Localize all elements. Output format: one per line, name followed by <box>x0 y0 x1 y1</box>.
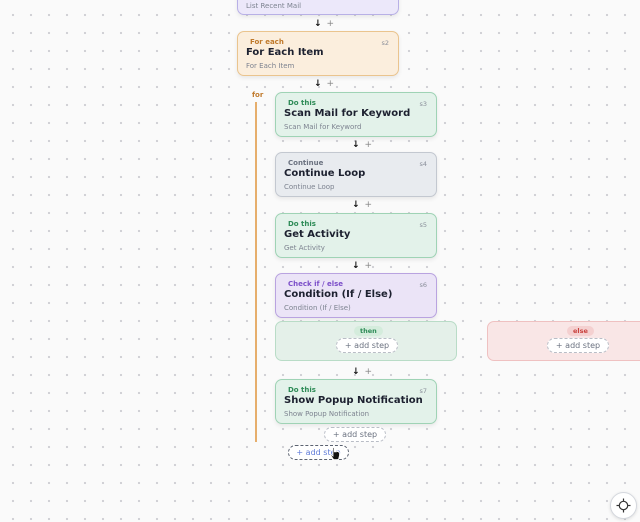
step-subtitle: Get Activity <box>284 244 325 252</box>
step-card-show-popup[interactable]: Do this s7 Show Popup Notification Show … <box>275 379 437 424</box>
step-subtitle: Condition (If / Else) <box>284 304 351 312</box>
loop-line <box>255 102 257 442</box>
step-subtitle: List Recent Mail <box>246 2 302 10</box>
arrow-down-icon: ↓ <box>352 367 360 377</box>
connector: ↓ + <box>352 261 372 271</box>
insert-step-button[interactable]: + <box>365 140 373 150</box>
step-id: s5 <box>419 221 427 229</box>
step-subtitle: Show Popup Notification <box>284 410 370 418</box>
step-card-for-each[interactable]: For each s2 For Each Item For Each Item <box>237 31 399 76</box>
step-id: s3 <box>419 100 427 108</box>
step-tag: Do this <box>288 386 316 394</box>
step-subtitle: Scan Mail for Keyword <box>284 123 362 131</box>
else-label: else <box>567 326 594 336</box>
step-id: s6 <box>419 281 427 289</box>
insert-step-button[interactable]: + <box>365 367 373 377</box>
insert-step-button[interactable]: + <box>365 200 373 210</box>
step-card-list-recent-mail[interactable]: List Recent Mail <box>237 0 399 15</box>
connector: ↓ + <box>352 140 372 150</box>
connector: ↓ + <box>314 79 334 89</box>
arrow-down-icon: ↓ <box>352 200 360 210</box>
crosshair-icon <box>616 498 631 513</box>
arrow-down-icon: ↓ <box>314 19 322 29</box>
insert-step-button[interactable]: + <box>327 19 335 29</box>
add-step-button[interactable]: + add step <box>547 338 609 353</box>
step-title: Get Activity <box>284 229 351 240</box>
step-tag: Do this <box>288 220 316 228</box>
add-step-button[interactable]: + add step <box>336 338 398 353</box>
step-tag: Check if / else <box>288 280 344 288</box>
step-id: s2 <box>381 39 389 47</box>
step-title: Scan Mail for Keyword <box>284 108 411 119</box>
step-id: s7 <box>419 387 427 395</box>
step-subtitle: For Each Item <box>246 62 295 70</box>
step-title: Show Popup Notification <box>284 395 423 406</box>
then-branch: then + add step <box>275 321 457 361</box>
connector: ↓ + <box>314 19 334 29</box>
step-subtitle: Continue Loop <box>284 183 335 191</box>
insert-step-button[interactable]: + <box>327 79 335 89</box>
step-card-get-activity[interactable]: Do this s5 Get Activity Get Activity <box>275 213 437 258</box>
pointer-cursor-icon <box>330 447 340 460</box>
arrow-down-icon: ↓ <box>352 140 360 150</box>
connector: ↓ + <box>352 367 372 377</box>
step-card-scan-mail[interactable]: Do this s3 Scan Mail for Keyword Scan Ma… <box>275 92 437 137</box>
step-card-continue-loop[interactable]: Continue s4 Continue Loop Continue Loop <box>275 152 437 197</box>
insert-step-button[interactable]: + <box>365 261 373 271</box>
arrow-down-icon: ↓ <box>314 79 322 89</box>
step-tag: For each <box>250 38 284 46</box>
then-label: then <box>354 326 383 336</box>
else-branch: else + add step <box>487 321 640 361</box>
arrow-down-icon: ↓ <box>352 261 360 271</box>
add-step-button[interactable]: + add step <box>324 427 386 442</box>
loop-label: for <box>252 91 264 99</box>
connector: ↓ + <box>352 200 372 210</box>
step-card-condition[interactable]: Check if / else s6 Condition (If / Else)… <box>275 273 437 318</box>
step-tag: Continue <box>288 159 324 167</box>
step-id: s4 <box>419 160 427 168</box>
step-title: For Each Item <box>246 47 324 58</box>
step-title: Continue Loop <box>284 168 366 179</box>
step-title: Condition (If / Else) <box>284 289 393 300</box>
recenter-button[interactable] <box>610 492 637 519</box>
step-tag: Do this <box>288 99 316 107</box>
